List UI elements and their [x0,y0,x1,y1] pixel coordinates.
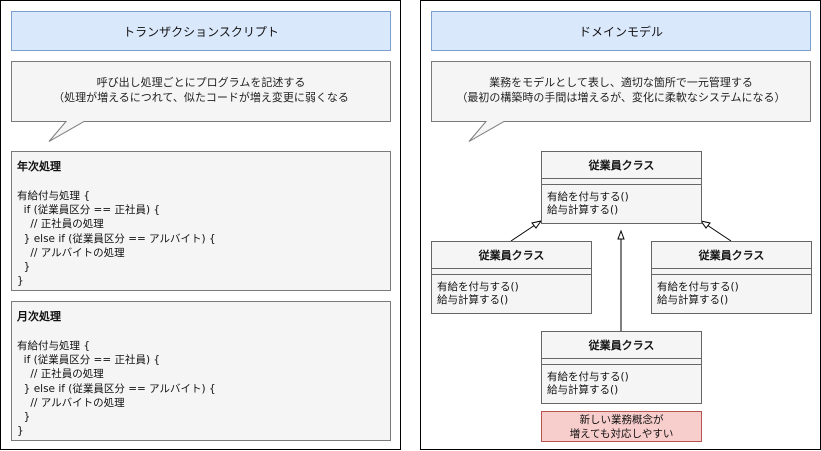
method-item: 給与計算する() [657,294,729,306]
method-item: 給与計算する() [547,204,619,216]
code-line: // 正社員の処理 [17,218,104,231]
method-section: 有給を付与する() 給与計算する() [542,185,701,223]
method-section: 有給を付与する() 給与計算する() [432,275,591,313]
method-item: 有給を付与する() [547,371,629,383]
inheritance-arrow-left [510,224,536,242]
transaction-script-panel: トランザクションスクリプト 呼び出し処理ごとにプログラムを記述する （処理が増え… [0,0,401,450]
code-line: if (従業員区分 == 正社員) { [17,354,161,367]
code-line: } else if (従業員区分 == アルバイト) { [17,232,216,245]
note-line2: 増えても対応しやすい [569,428,674,440]
left-callout-line1: 呼び出し処理ごとにプログラムを記述する [96,76,306,89]
inheritance-arrow-right [706,224,732,242]
monthly-process-box: 月次処理 有給付与処理 { if (従業員区分 == 正社員) { // 正社員… [11,301,391,441]
arrowhead-left [531,220,543,229]
left-callout: 呼び出し処理ごとにプログラムを記述する （処理が増えるにつれて、似たコードが増え… [11,61,391,143]
employee-class-right: 従業員クラス 有給を付与する() 給与計算する() [651,241,812,314]
code-line: } [17,425,24,438]
annual-process-box: 年次処理 有給付与処理 { if (従業員区分 == 正社員) { // 正社員… [11,151,391,291]
method-item: 給与計算する() [437,294,509,306]
class-name: 従業員クラス [432,242,591,269]
arrowhead-right [699,220,711,229]
method-item: 給与計算する() [547,384,619,396]
method-item: 有給を付与する() [437,281,519,293]
left-callout-line2: （処理が増えるにつれて、似たコードが増え変更に弱くなる [53,91,349,104]
class-name: 従業員クラス [652,242,811,269]
code-line: if (従業員区分 == 正社員) { [17,204,161,217]
left-panel-title: トランザクションスクリプト [11,11,391,51]
class-name: 従業員クラス [542,152,701,179]
arrowhead-bottom [617,229,625,240]
note-line1: 新しい業務概念が [579,414,664,426]
method-section: 有給を付与する() 給与計算する() [652,275,811,313]
method-item: 有給を付与する() [547,191,629,203]
code-line: // アルバイトの処理 [17,396,125,409]
new-concept-note: 新しい業務概念が 増えても対応しやすい [541,411,702,442]
code-line: // 正社員の処理 [17,368,104,381]
code-line: } else if (従業員区分 == アルバイト) { [17,382,216,395]
annual-process-title: 年次処理 [17,160,61,173]
code-line: } [17,275,24,288]
employee-class-left: 従業員クラス 有給を付与する() 給与計算する() [431,241,592,314]
method-section: 有給を付与する() 給与計算する() [542,365,701,403]
method-item: 有給を付与する() [657,281,739,293]
code-line: 有給付与処理 { [17,190,91,202]
code-line: 有給付与処理 { [17,340,91,352]
code-line: // アルバイトの処理 [17,246,125,259]
employee-class-top: 従業員クラス 有給を付与する() 給与計算する() [541,151,702,224]
left-callout-text: 呼び出し処理ごとにプログラムを記述する （処理が増えるにつれて、似たコードが増え… [11,75,391,105]
employee-class-new: 従業員クラス 有給を付与する() 給与計算する() [541,331,702,404]
code-line: } [17,411,31,424]
monthly-process-title: 月次処理 [17,310,61,323]
code-line: } [17,261,31,274]
domain-model-panel: ドメインモデル 業務をモデルとして表し、適切な箇所で一元管理する （最初の構築時… [420,0,821,450]
class-name: 従業員クラス [542,332,701,359]
